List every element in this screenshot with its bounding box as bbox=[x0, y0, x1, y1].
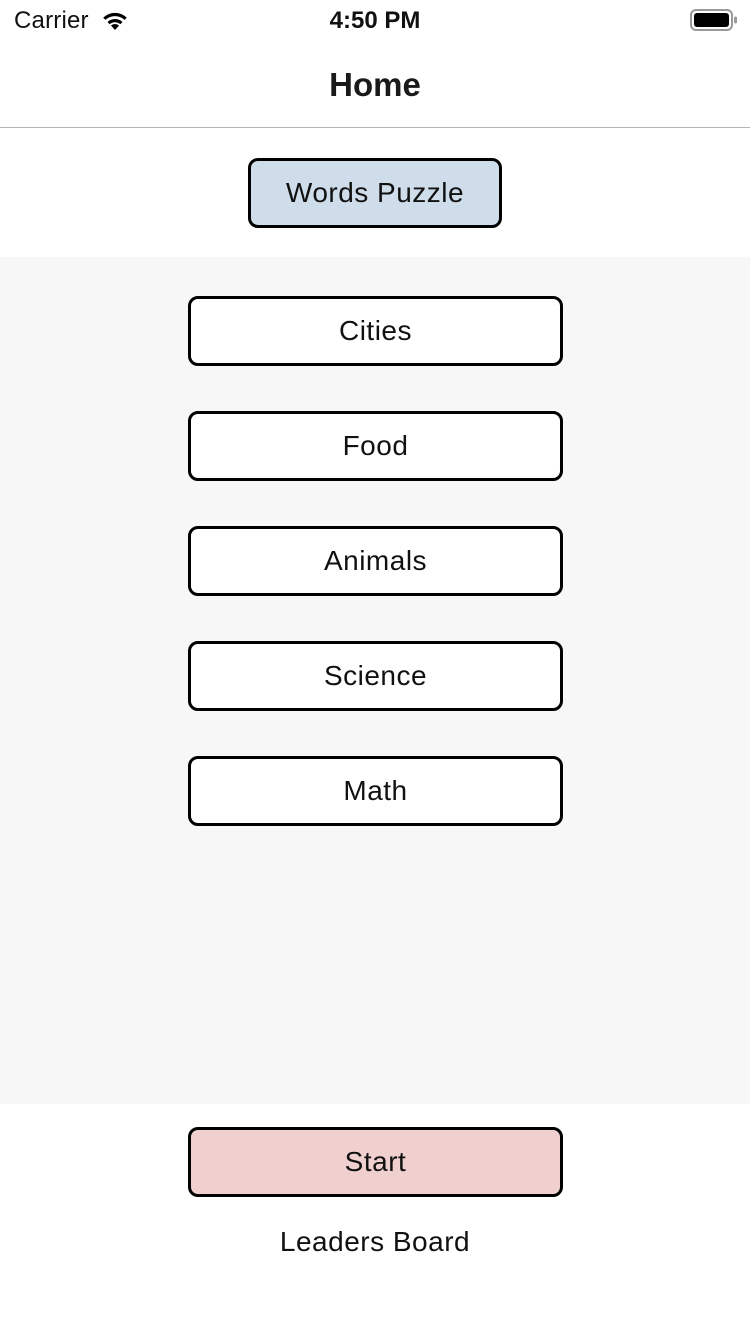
category-button-cities[interactable]: Cities bbox=[188, 296, 563, 366]
header-area: Words Puzzle bbox=[0, 129, 750, 257]
clock: 4:50 PM bbox=[329, 7, 421, 34]
category-button-animals[interactable]: Animals bbox=[188, 526, 563, 596]
category-button-math[interactable]: Math bbox=[188, 756, 563, 826]
footer-area: Start Leaders Board bbox=[0, 1104, 750, 1334]
category-button-food[interactable]: Food bbox=[188, 411, 563, 481]
start-button[interactable]: Start bbox=[188, 1127, 563, 1197]
category-button-science[interactable]: Science bbox=[188, 641, 563, 711]
page-title: Home bbox=[329, 66, 421, 103]
leaders-board-link[interactable]: Leaders Board bbox=[0, 1226, 750, 1258]
battery-icon bbox=[690, 9, 737, 31]
words-puzzle-button[interactable]: Words Puzzle bbox=[248, 158, 502, 228]
status-bar: Carrier 4:50 PM bbox=[0, 0, 750, 42]
navigation-bar: Home bbox=[0, 42, 750, 128]
category-list: Cities Food Animals Science Math bbox=[0, 257, 750, 1104]
home-screen: Carrier 4:50 PM Home Words Puzzle Cities… bbox=[0, 0, 750, 1334]
